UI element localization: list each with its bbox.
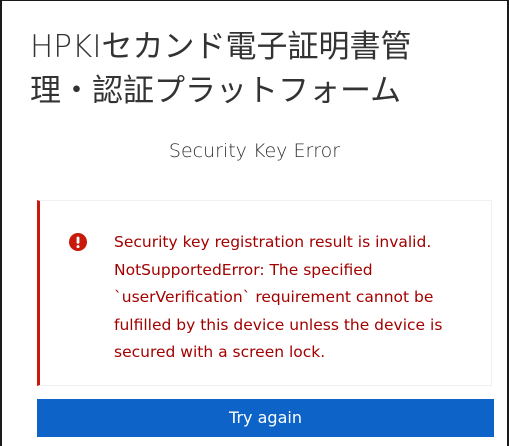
login-page: HPKIセカンド電子証明書管 理・認証プラットフォーム Security Key… bbox=[0, 0, 509, 446]
alert-message-line: Security key registration result is inva… bbox=[114, 233, 432, 251]
page-title-line-1: HPKIセカンド電子証明書管 bbox=[30, 29, 412, 65]
alert-message-line: `userVerification` requirement cannot be bbox=[114, 288, 434, 306]
page-title: HPKIセカンド電子証明書管 理・認証プラットフォーム bbox=[30, 25, 490, 113]
error-heading: Security Key Error bbox=[168, 140, 341, 162]
alert-message-line: fulfilled by this device unless the devi… bbox=[114, 315, 443, 334]
alert-message: Security key registration result is inva… bbox=[114, 229, 484, 367]
try-again-button[interactable]: Try again bbox=[37, 399, 494, 437]
danger-alert: Security key registration result is inva… bbox=[37, 200, 492, 386]
exclamation-circle-icon bbox=[69, 233, 87, 251]
alert-message-line: NotSupportedError: The specified bbox=[114, 260, 373, 279]
page-title-line-2: 理・認証プラットフォーム bbox=[30, 73, 402, 109]
alert-message-line: secured with a screen lock. bbox=[114, 343, 326, 361]
